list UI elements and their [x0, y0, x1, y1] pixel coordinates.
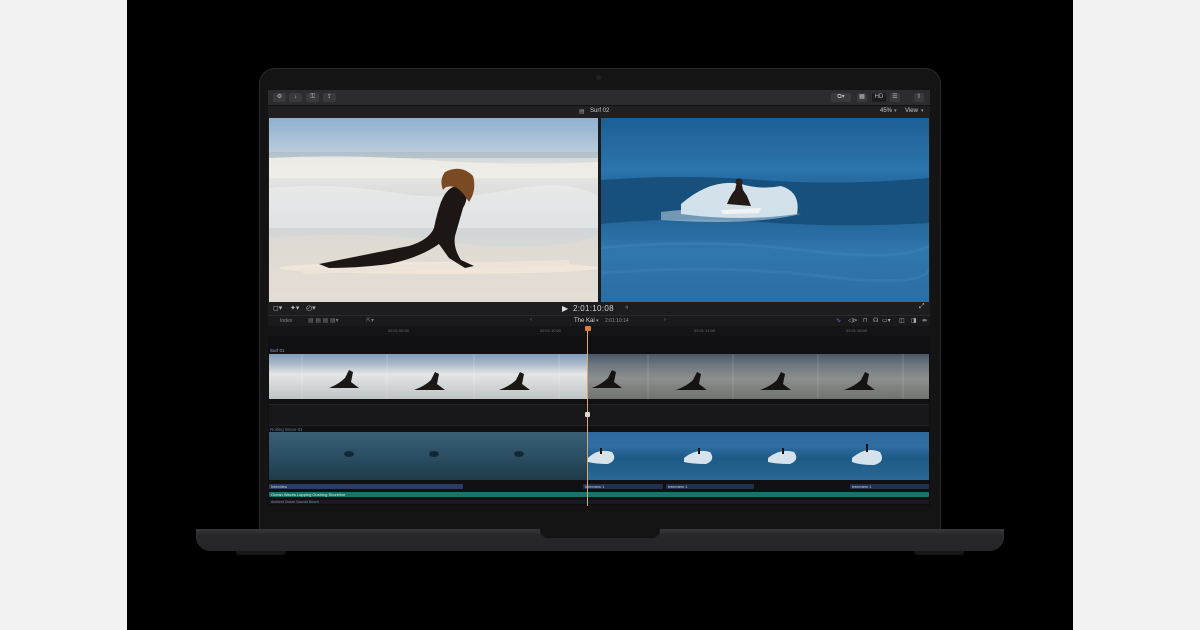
ruler-tick: 02:01:10:00: [540, 328, 562, 333]
edit-tools-icon[interactable]: ▤ ▤ ▤ ▤▾: [308, 317, 339, 324]
viewer-title: Surf 02: [590, 108, 610, 114]
download-icon[interactable]: ↓: [289, 93, 302, 102]
project-duration: 2:01:10:14: [605, 318, 629, 324]
audio-skimming-icon[interactable]: ∿: [836, 317, 841, 324]
enhance-icon[interactable]: ✦▾: [290, 304, 299, 312]
index-button[interactable]: Index: [280, 318, 292, 324]
clip-appearance-icon[interactable]: ▭▾: [882, 317, 891, 324]
chevron-down-icon: ▾: [921, 108, 924, 114]
project-name[interactable]: The Kai: [574, 318, 595, 324]
inspector-icon[interactable]: ☰: [890, 93, 900, 102]
clip-thumbnails: [301, 354, 560, 399]
snapping-icon[interactable]: ⊓: [863, 317, 868, 324]
solo-icon[interactable]: ◁⊳: [848, 317, 858, 324]
ruler-tick: 02:01:18:00: [846, 328, 868, 333]
clip-thumbnails: [588, 444, 882, 465]
zoom-fit-icon[interactable]: ⇹: [922, 317, 927, 324]
grid-icon[interactable]: ▦: [857, 93, 867, 102]
hd-badge[interactable]: HD: [872, 93, 886, 102]
settings-icon[interactable]: ⚙: [273, 93, 286, 102]
clip-rolling-wave-a[interactable]: [269, 432, 587, 480]
chevron-down-icon: ▾: [894, 108, 897, 114]
app-toolbar: ⚙ ↓ ⚿ ⇪ ⧉▾ ▦ HD ☰ ⇧: [268, 90, 930, 106]
clip-rolling-wave-b[interactable]: [588, 432, 929, 480]
speed-icon[interactable]: ◴▾: [306, 304, 316, 312]
audio-meter-icon: ⏸: [625, 304, 629, 311]
share-icon[interactable]: ⇪: [323, 93, 336, 102]
camera-icon: [596, 75, 601, 80]
ruler-tick: 02:01:06:00: [388, 328, 410, 333]
select-tool-icon[interactable]: ⇱▾: [366, 317, 374, 324]
gap-track: [269, 404, 929, 426]
fullscreen-icon[interactable]: ⤢: [919, 303, 925, 311]
viewer-angle-right[interactable]: [601, 118, 929, 302]
music-bar-ocean-waves[interactable]: Ocean Waves Lapping Gushing Shoreline: [269, 492, 929, 497]
viewer-timecode: 2:01:10:08: [573, 304, 614, 313]
connection-handle[interactable]: [585, 412, 590, 417]
laptop-foot-right: [914, 551, 964, 555]
audio-bar-interview-1[interactable]: Interview 1: [583, 484, 663, 489]
ruler-tick: 02:01:14:00: [694, 328, 716, 333]
audio-bar-interview[interactable]: Interview: [269, 484, 463, 489]
effects-browser-icon[interactable]: ◫: [899, 317, 905, 324]
audio-bar-interview-2[interactable]: Interview 1: [666, 484, 754, 489]
zoom-dropdown[interactable]: 45%: [880, 108, 892, 114]
key-icon[interactable]: ⚿: [306, 93, 319, 102]
clip-surf-01-b[interactable]: [588, 354, 929, 399]
final-cut-window: ⚙ ↓ ⚿ ⇪ ⧉▾ ▦ HD ☰ ⇧ ▤ Surf 02 45% ▾ View…: [268, 90, 930, 506]
viewer-controls: ◻▾ ✦▾ ◴▾ ▶ 2:01:10:08 ⏸ ⤢: [268, 302, 930, 315]
audio-bar-interview-3[interactable]: Interview 1: [850, 484, 929, 489]
sfx-bar-ambient[interactable]: Ambient Ocean Sounds Beach: [269, 500, 929, 504]
clip-label-primary: Surf 01: [270, 348, 285, 353]
clip-surf-01-a[interactable]: [269, 354, 587, 399]
surfer-yoga-image: [269, 152, 598, 302]
playhead-handle[interactable]: [584, 326, 591, 331]
laptop-foot-left: [236, 551, 286, 555]
effects-icon[interactable]: ⧉▾: [831, 93, 851, 102]
surfer-wave-image: [601, 177, 929, 283]
clip-thumbnails: [344, 451, 524, 457]
laptop-notch: [540, 529, 660, 538]
transitions-icon[interactable]: ◨: [911, 317, 917, 324]
chevron-down-icon: ▾: [596, 318, 599, 324]
viewer-angle-left[interactable]: [269, 118, 598, 302]
view-dropdown[interactable]: View: [905, 108, 918, 114]
clip-thumbnails: [592, 354, 904, 399]
export-icon[interactable]: ⇧: [914, 93, 924, 102]
back-arrow-icon[interactable]: ‹: [530, 317, 532, 323]
play-icon[interactable]: ▶: [562, 304, 568, 313]
viewer-grid-icon: ▤: [579, 109, 585, 115]
forward-arrow-icon[interactable]: ›: [664, 317, 666, 323]
crop-icon[interactable]: ◻▾: [273, 304, 282, 312]
headphones-icon[interactable]: ☊: [873, 317, 878, 324]
viewer-header: ▤ Surf 02 45% ▾ View ▾: [268, 106, 930, 118]
